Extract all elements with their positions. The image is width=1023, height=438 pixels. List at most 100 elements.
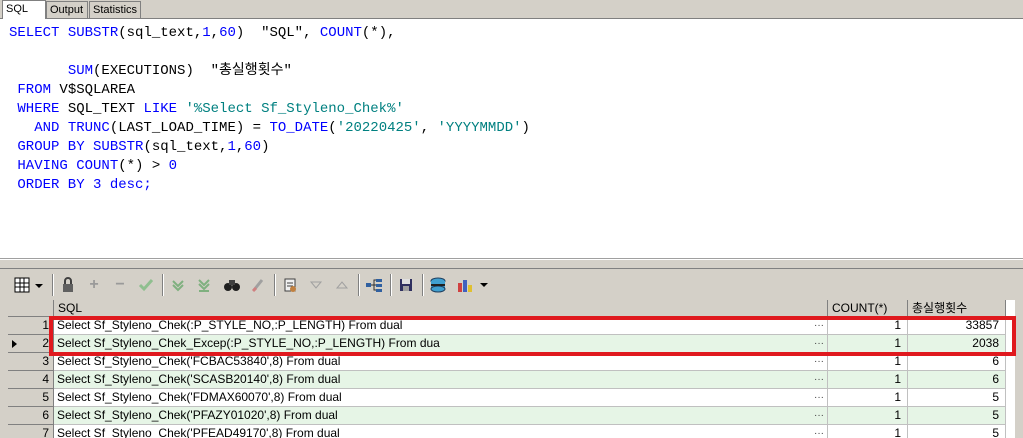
code-line: ORDER BY 3 desc;: [9, 176, 151, 195]
code-line: WHERE SQL_TEXT LIKE '%Select Sf_Styleno_…: [9, 100, 404, 119]
save-icon[interactable]: [396, 275, 416, 295]
ellipsis-button[interactable]: ···: [814, 317, 824, 334]
row-number[interactable]: 5: [8, 389, 54, 407]
total-executions-cell[interactable]: 5: [908, 389, 1006, 407]
code-line: FROM V$SQLAREA: [9, 81, 135, 100]
tab-sql-label: SQL: [6, 3, 29, 15]
count-cell[interactable]: 1: [828, 335, 908, 353]
code-token: ,: [420, 120, 438, 136]
row-number[interactable]: 1: [8, 317, 54, 335]
row-number[interactable]: 2: [8, 335, 54, 353]
code-token: (*),: [361, 25, 396, 41]
total-executions-cell[interactable]: 33857: [908, 317, 1006, 335]
grid-toolbar: + −: [0, 268, 1023, 300]
sql-cell[interactable]: Select Sf_Styleno_Chek('PFEAD49170',8) F…: [54, 425, 828, 438]
code-token: ): [521, 120, 530, 136]
sql-cell-text: Select Sf_Styleno_Chek('FDMAX60070',8) F…: [57, 390, 342, 404]
row-number[interactable]: 6: [8, 407, 54, 425]
result-grid[interactable]: SQL COUNT(*) 총실행횟수 1 Select Sf_Styleno_Ch…: [8, 300, 1015, 438]
sql-cell[interactable]: Select Sf_Styleno_Chek('FCBAC53840',8) F…: [54, 353, 828, 371]
check-icon[interactable]: [136, 275, 156, 295]
add-icon[interactable]: +: [84, 275, 104, 295]
code-token: SELECT: [9, 25, 68, 41]
row-number-label: 4: [42, 372, 49, 386]
remove-icon[interactable]: −: [110, 275, 130, 295]
total-executions-cell[interactable]: 5: [908, 407, 1006, 425]
total-executions-cell[interactable]: 6: [908, 371, 1006, 389]
code-token: '20220425': [336, 120, 421, 136]
count-cell[interactable]: 1: [828, 353, 908, 371]
row-number[interactable]: 4: [8, 371, 54, 389]
column-header-sql-label: SQL: [58, 301, 83, 315]
count-cell[interactable]: 1: [828, 317, 908, 335]
ellipsis-button[interactable]: ···: [814, 371, 824, 388]
grid-icon[interactable]: [12, 275, 46, 295]
column-header-count[interactable]: COUNT(*): [828, 300, 908, 317]
table-row[interactable]: 4 Select Sf_Styleno_Chek('SCASB20140',8) …: [8, 371, 1015, 389]
table-row[interactable]: 2 Select Sf_Styleno_Chek_Excep(:P_STYLE_N…: [8, 335, 1015, 353]
row-number-label: 2: [42, 336, 49, 350]
count-cell[interactable]: 1: [828, 407, 908, 425]
code-token: 60: [244, 139, 262, 155]
sql-editor[interactable]: SELECT SUBSTR(sql_text,1,60) "SQL", COUN…: [0, 19, 1023, 259]
up-icon[interactable]: [332, 275, 352, 295]
splitter[interactable]: [0, 259, 1023, 268]
lock-icon[interactable]: [58, 275, 78, 295]
table-row[interactable]: 3 Select Sf_Styleno_Chek('FCBAC53840',8) …: [8, 353, 1015, 371]
code-token: 1: [202, 25, 211, 41]
chart-icon[interactable]: [456, 275, 490, 295]
tab-sql[interactable]: SQL: [2, 0, 46, 20]
tab-output[interactable]: Output: [46, 1, 88, 18]
count-cell[interactable]: 1: [828, 425, 908, 438]
down-icon[interactable]: [306, 275, 326, 295]
code-token: ) "SQL",: [235, 25, 320, 41]
find-icon[interactable]: [222, 275, 242, 295]
row-number[interactable]: 7: [8, 425, 54, 438]
row-number-label: 7: [42, 426, 49, 438]
sql-cell[interactable]: Select Sf_Styleno_Chek('PFAZY01020',8) F…: [54, 407, 828, 425]
ellipsis-button[interactable]: ···: [814, 335, 824, 352]
code-line: SUM(EXECUTIONS) "총실행횟수": [9, 62, 292, 81]
sql-cell[interactable]: Select Sf_Styleno_Chek('FDMAX60070',8) F…: [54, 389, 828, 407]
code-token: AND: [9, 120, 68, 136]
print-icon[interactable]: [280, 275, 300, 295]
sql-cell[interactable]: Select Sf_Styleno_Chek_Excep(:P_STYLE_NO…: [54, 335, 828, 353]
tab-statistics[interactable]: Statistics: [89, 1, 141, 18]
total-executions-cell[interactable]: 5: [908, 425, 1006, 438]
sql-cell[interactable]: Select Sf_Styleno_Chek('SCASB20140',8) F…: [54, 371, 828, 389]
ellipsis-button[interactable]: ···: [814, 353, 824, 370]
first-icon[interactable]: [168, 275, 188, 295]
sql-cell-text: Select Sf_Styleno_Chek('FCBAC53840',8) F…: [57, 354, 341, 368]
table-row[interactable]: 6 Select Sf_Styleno_Chek('PFAZY01020',8) …: [8, 407, 1015, 425]
column-header-sql[interactable]: SQL: [54, 300, 828, 317]
code-token: (sql_text,: [143, 139, 228, 155]
code-token: SQL_TEXT: [67, 101, 144, 117]
ellipsis-button[interactable]: ···: [814, 389, 824, 406]
code-line: GROUP BY SUBSTR(sql_text,1,60): [9, 138, 269, 157]
table-row[interactable]: 5 Select Sf_Styleno_Chek('FDMAX60070',8) …: [8, 389, 1015, 407]
tree-icon[interactable]: [364, 275, 384, 295]
sql-cell[interactable]: Select Sf_Styleno_Chek(:P_STYLE_NO,:P_LE…: [54, 317, 828, 335]
row-number[interactable]: 3: [8, 353, 54, 371]
total-executions-cell[interactable]: 2038: [908, 335, 1006, 353]
count-cell[interactable]: 1: [828, 371, 908, 389]
table-row[interactable]: 7 Select Sf_Styleno_Chek('PFEAD49170',8) …: [8, 425, 1015, 438]
ellipsis-button[interactable]: ···: [814, 407, 824, 424]
last-icon[interactable]: [194, 275, 214, 295]
sql-cell-text: Select Sf_Styleno_Chek(:P_STYLE_NO,:P_LE…: [57, 318, 403, 332]
total-executions-cell[interactable]: 6: [908, 353, 1006, 371]
code-token: (EXECUTIONS) "총실행횟수": [93, 63, 292, 79]
tab-bar: SQL Output Statistics: [0, 0, 1023, 20]
row-number-header: [8, 300, 54, 317]
db-icon[interactable]: [428, 275, 448, 295]
row-number-label: 1: [42, 318, 49, 332]
code-token: COUNT: [319, 25, 362, 41]
count-cell[interactable]: 1: [828, 389, 908, 407]
code-line: HAVING COUNT(*) > 0: [9, 157, 177, 176]
clear-icon[interactable]: [248, 275, 268, 295]
code-token: SUBSTR: [93, 139, 144, 155]
ellipsis-button[interactable]: ···: [814, 425, 824, 438]
code-token: ,: [235, 139, 245, 155]
column-header-total[interactable]: 총실행횟수: [908, 300, 1006, 317]
table-row[interactable]: 1 Select Sf_Styleno_Chek(:P_STYLE_NO,:P_L…: [8, 317, 1015, 335]
